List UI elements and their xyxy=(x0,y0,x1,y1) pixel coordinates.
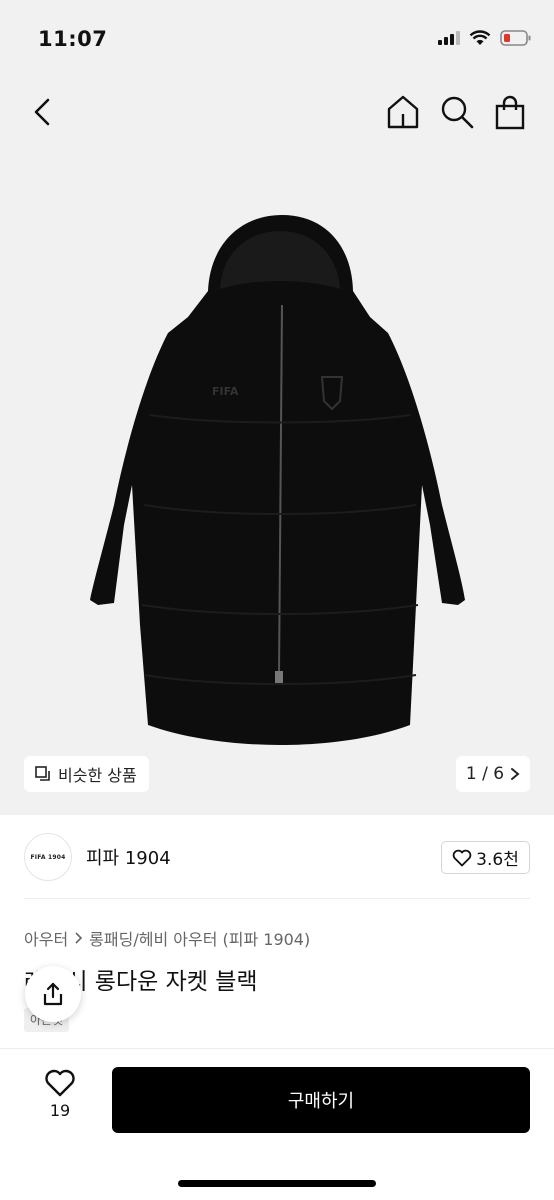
share-button[interactable] xyxy=(25,966,81,1022)
status-time: 11:07 xyxy=(38,27,108,51)
wish-button[interactable]: 19 xyxy=(36,1069,84,1120)
chevron-left-icon[interactable] xyxy=(28,96,60,128)
shopping-bag-icon[interactable] xyxy=(494,94,526,130)
wish-count: 19 xyxy=(49,1101,71,1120)
status-bar: 11:07 xyxy=(0,0,554,80)
brand-name[interactable]: 피파 1904 xyxy=(86,844,171,870)
signal-icon xyxy=(438,31,460,45)
wifi-icon xyxy=(469,30,491,45)
heart-icon xyxy=(45,1069,75,1097)
brand-logo[interactable]: FIFA 1904 xyxy=(24,833,72,881)
search-icon[interactable] xyxy=(440,95,474,129)
bottom-action-bar: 19 구매하기 xyxy=(0,1048,554,1200)
chevron-right-icon xyxy=(511,768,520,780)
divider xyxy=(24,898,530,899)
brand-row[interactable]: FIFA 1904 피파 1904 3.6천 xyxy=(24,832,530,882)
share-icon xyxy=(43,982,63,1006)
battery-icon xyxy=(500,30,531,46)
breadcrumb: 아우터 롱패딩/헤비 아우터 (피파 1904) xyxy=(24,926,310,950)
copy-icon xyxy=(35,766,50,781)
home-indicator xyxy=(178,1180,376,1187)
similar-products-label: 비슷한 상품 xyxy=(58,766,137,785)
breadcrumb-category[interactable]: 아우터 xyxy=(24,926,68,950)
similar-products-button[interactable]: 비슷한 상품 xyxy=(24,756,149,792)
product-image[interactable]: FIFA xyxy=(70,205,484,755)
heart-icon xyxy=(452,849,472,866)
status-icons xyxy=(438,30,532,46)
brand-like-count: 3.6천 xyxy=(476,850,519,870)
chevron-right-icon xyxy=(75,932,83,944)
svg-text:FIFA: FIFA xyxy=(212,385,239,398)
pager-text: 1 / 6 xyxy=(465,764,505,784)
image-pager[interactable]: 1 / 6 xyxy=(456,756,530,792)
brand-like-button[interactable]: 3.6천 xyxy=(441,841,530,874)
buy-button[interactable]: 구매하기 xyxy=(112,1067,530,1133)
home-icon[interactable] xyxy=(386,94,420,130)
breadcrumb-subcategory[interactable]: 롱패딩/헤비 아우터 (피파 1904) xyxy=(89,926,310,950)
